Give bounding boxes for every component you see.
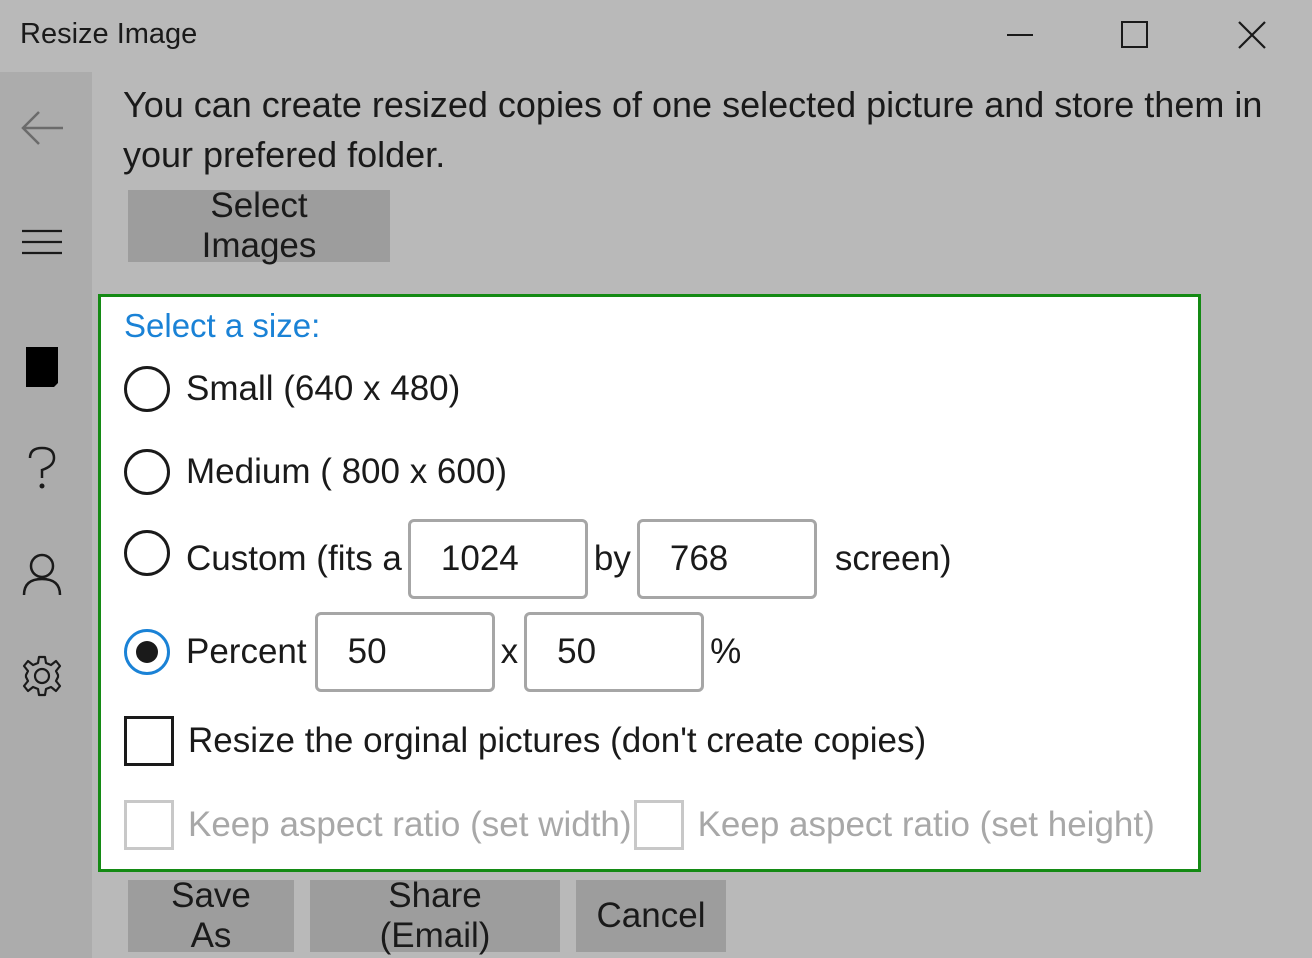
custom-width-input[interactable]: 1024 bbox=[407, 519, 588, 599]
document-icon bbox=[26, 347, 58, 387]
resize-original-checkbox[interactable] bbox=[124, 716, 174, 766]
menu-button[interactable] bbox=[16, 216, 68, 268]
small-option[interactable]: Small (640 x 480) bbox=[124, 361, 460, 417]
back-arrow-icon bbox=[21, 111, 63, 145]
close-icon bbox=[1238, 21, 1266, 49]
select-images-button[interactable]: Select Images bbox=[128, 186, 390, 265]
custom-radio[interactable] bbox=[124, 530, 170, 576]
percent-x-label: x bbox=[500, 632, 519, 671]
custom-prefix-label: Custom (fits a bbox=[186, 539, 402, 578]
small-radio[interactable] bbox=[124, 366, 170, 412]
help-icon bbox=[28, 446, 56, 489]
hamburger-menu-icon bbox=[22, 229, 62, 255]
small-label: Small (640 x 480) bbox=[186, 369, 461, 408]
size-heading: Select a size: bbox=[124, 307, 321, 344]
sidebar-item-document[interactable] bbox=[16, 340, 68, 392]
close-button[interactable] bbox=[1222, 10, 1282, 60]
user-icon bbox=[22, 553, 62, 596]
keep-aspect-width-label: Keep aspect ratio (set width) bbox=[188, 805, 632, 844]
save-as-button[interactable]: Save As bbox=[128, 876, 294, 955]
percent-radio[interactable] bbox=[124, 629, 170, 675]
minimize-icon bbox=[1007, 34, 1033, 36]
title-bar: Resize Image bbox=[0, 0, 1312, 72]
medium-radio[interactable] bbox=[124, 449, 170, 495]
resize-original-option[interactable]: Resize the orginal pictures (don't creat… bbox=[124, 713, 926, 769]
share-email-button[interactable]: Share (Email) bbox=[310, 876, 560, 955]
keep-aspect-options: Keep aspect ratio (set width) Keep aspec… bbox=[124, 797, 1155, 853]
custom-suffix-label: screen) bbox=[834, 539, 952, 578]
keep-aspect-height-label: Keep aspect ratio (set height) bbox=[697, 805, 1155, 844]
sidebar-item-settings[interactable] bbox=[16, 650, 68, 702]
sidebar-item-help[interactable] bbox=[16, 442, 68, 494]
sidebar-item-account[interactable] bbox=[16, 548, 68, 600]
percent-unit-label: % bbox=[710, 632, 742, 671]
minimize-button[interactable] bbox=[990, 10, 1050, 60]
medium-label: Medium ( 800 x 600) bbox=[186, 452, 507, 491]
maximize-button[interactable] bbox=[1105, 10, 1165, 60]
size-panel: Select a size: Small (640 x 480) Medium … bbox=[98, 294, 1201, 872]
back-button[interactable] bbox=[16, 102, 68, 154]
custom-height-input[interactable]: 768 bbox=[636, 519, 817, 599]
percent-option[interactable]: Percent 50 x 50 % bbox=[124, 612, 741, 692]
percent-height-input[interactable]: 50 bbox=[524, 612, 705, 692]
sidebar bbox=[0, 72, 92, 958]
medium-option[interactable]: Medium ( 800 x 600) bbox=[124, 444, 507, 500]
cancel-button[interactable]: Cancel bbox=[576, 880, 726, 952]
keep-aspect-width-checkbox[interactable] bbox=[124, 800, 174, 850]
settings-gear-icon bbox=[22, 655, 62, 697]
keep-aspect-height-checkbox[interactable] bbox=[633, 800, 684, 850]
custom-option[interactable]: Custom (fits a 1024 by 768 screen) bbox=[124, 519, 952, 599]
intro-text: You can create resized copies of one sel… bbox=[123, 84, 1263, 175]
percent-label: Percent bbox=[186, 632, 307, 671]
window-title: Resize Image bbox=[20, 18, 198, 50]
maximize-icon bbox=[1121, 21, 1148, 48]
custom-by-label: by bbox=[593, 539, 631, 578]
resize-original-label: Resize the orginal pictures (don't creat… bbox=[188, 721, 927, 760]
percent-width-input[interactable]: 50 bbox=[314, 612, 495, 692]
